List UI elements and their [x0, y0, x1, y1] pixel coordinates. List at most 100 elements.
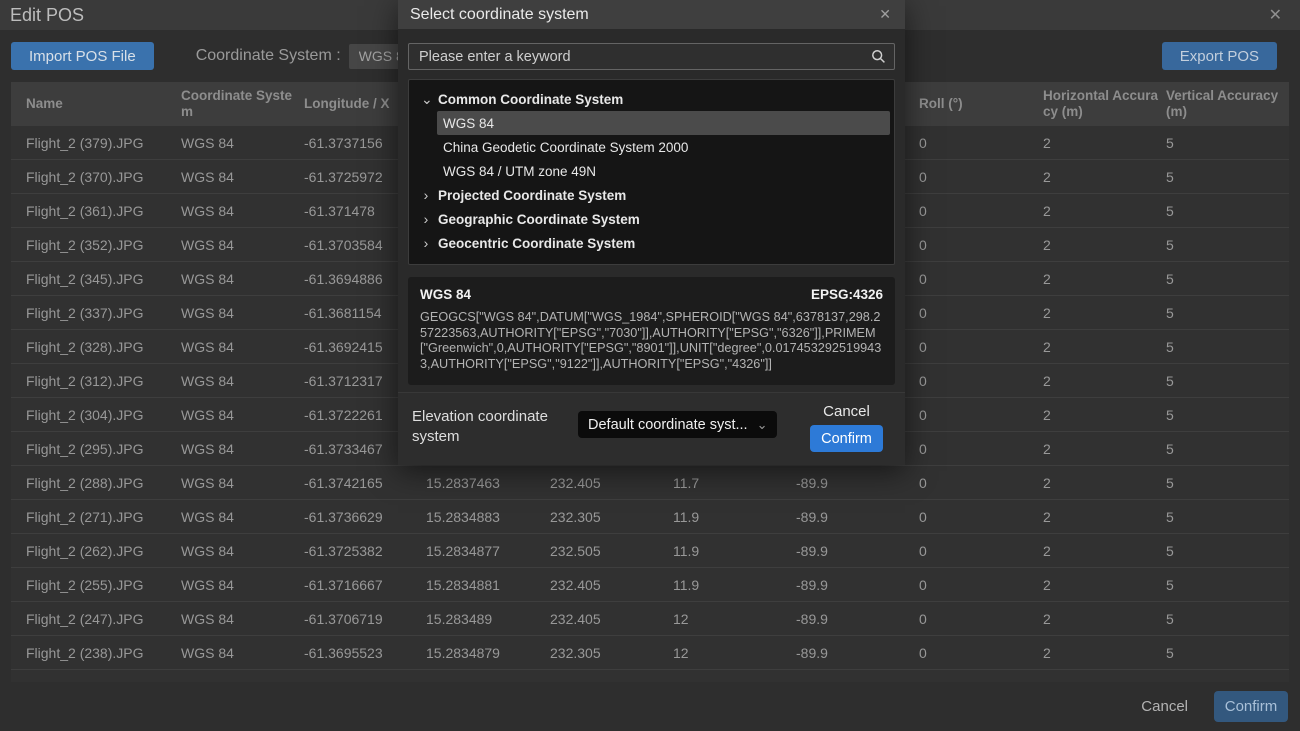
table-cell: -89.9	[796, 500, 919, 534]
table-cell: 5	[1166, 500, 1289, 534]
tree-item-wgs-84[interactable]: WGS 84	[437, 111, 890, 135]
tree-item-china-geodetic-coordinate-system-2000[interactable]: China Geodetic Coordinate System 2000	[437, 135, 890, 159]
table-row[interactable]: Flight_2 (255).JPGWGS 84-61.371666715.28…	[11, 568, 1289, 602]
coordinate-system-label: Coordinate System :	[196, 47, 341, 65]
table-cell: -61.3716667	[304, 568, 426, 602]
dialog-footer: Elevation coordinate system Default coor…	[398, 392, 905, 465]
table-cell: WGS 84	[181, 534, 304, 568]
elevation-dropdown-value: Default coordinate syst...	[588, 417, 748, 433]
tree-group-geographic-coordinate-system[interactable]: ›Geographic Coordinate System	[409, 207, 894, 231]
table-cell: WGS 84	[181, 262, 304, 296]
table-cell: 5	[1166, 534, 1289, 568]
table-cell: -61.3725382	[304, 534, 426, 568]
export-pos-button[interactable]: Export POS	[1162, 42, 1277, 70]
cancel-button[interactable]: Cancel	[1141, 698, 1188, 715]
confirm-button[interactable]: Confirm	[1214, 691, 1288, 722]
tree-group-projected-coordinate-system[interactable]: ›Projected Coordinate System	[409, 183, 894, 207]
table-cell: 5	[1166, 228, 1289, 262]
table-cell: 2	[1043, 432, 1166, 466]
table-cell: 15.283489	[426, 602, 550, 636]
import-pos-file-button[interactable]: Import POS File	[11, 42, 154, 70]
table-filler	[11, 669, 1289, 682]
table-cell: 5	[1166, 602, 1289, 636]
table-cell: WGS 84	[181, 296, 304, 330]
table-cell: 0	[919, 228, 1043, 262]
table-cell: -89.9	[796, 602, 919, 636]
table-cell: 0	[919, 636, 1043, 670]
table-cell: Flight_2 (337).JPG	[11, 296, 181, 330]
chevron-right-icon: ›	[421, 211, 431, 227]
table-cell: -61.3706719	[304, 602, 426, 636]
tree-item-wgs-84-utm-zone-49n[interactable]: WGS 84 / UTM zone 49N	[437, 159, 890, 183]
table-cell: Flight_2 (262).JPG	[11, 534, 181, 568]
table-cell: 2	[1043, 194, 1166, 228]
chevron-down-icon: ⌄	[421, 91, 431, 108]
table-cell: 232.305	[550, 500, 673, 534]
table-cell: Flight_2 (345).JPG	[11, 262, 181, 296]
window-close-icon[interactable]: ✕	[1261, 5, 1290, 25]
table-cell: 232.305	[550, 636, 673, 670]
table-cell: Flight_2 (288).JPG	[11, 466, 181, 500]
table-row[interactable]: Flight_2 (262).JPGWGS 84-61.372538215.28…	[11, 534, 1289, 568]
elevation-coordinate-system-label: Elevation coordinate system	[412, 407, 562, 447]
page-title: Edit POS	[10, 5, 84, 26]
table-row[interactable]: Flight_2 (288).JPGWGS 84-61.374216515.28…	[11, 466, 1289, 500]
table-row[interactable]: Flight_2 (247).JPGWGS 84-61.370671915.28…	[11, 602, 1289, 636]
table-cell: 232.405	[550, 568, 673, 602]
table-cell: 0	[919, 160, 1043, 194]
table-cell: WGS 84	[181, 466, 304, 500]
table-cell: 0	[919, 330, 1043, 364]
table-cell: 2	[1043, 534, 1166, 568]
detail-name: WGS 84	[420, 287, 471, 302]
table-cell: 0	[919, 534, 1043, 568]
table-cell: 2	[1043, 500, 1166, 534]
table-cell: 0	[919, 398, 1043, 432]
table-cell: WGS 84	[181, 194, 304, 228]
table-cell: WGS 84	[181, 228, 304, 262]
table-cell: 2	[1043, 160, 1166, 194]
table-cell: 12	[673, 602, 796, 636]
table-cell: -61.3695523	[304, 636, 426, 670]
tree-group-label: Common Coordinate System	[438, 92, 623, 107]
table-cell: WGS 84	[181, 398, 304, 432]
table-cell: -61.3736629	[304, 500, 426, 534]
table-cell: 5	[1166, 568, 1289, 602]
table-cell: Flight_2 (361).JPG	[11, 194, 181, 228]
table-cell: 15.2834877	[426, 534, 550, 568]
table-cell: 5	[1166, 194, 1289, 228]
table-cell: WGS 84	[181, 330, 304, 364]
table-cell: WGS 84	[181, 568, 304, 602]
table-cell: 11.9	[673, 500, 796, 534]
dialog-title: Select coordinate system	[410, 6, 589, 24]
tree-group-common-coordinate-system[interactable]: ⌄ Common Coordinate System	[409, 87, 894, 111]
search-field	[408, 43, 895, 70]
column-header-vertical-accuracy-m: Vertical Accuracy (m)	[1166, 82, 1289, 126]
coordinate-system-detail-card: WGS 84 EPSG:4326 GEOGCS["WGS 84",DATUM["…	[408, 277, 895, 385]
dialog-close-icon[interactable]: ✕	[877, 6, 893, 23]
table-row[interactable]: Flight_2 (271).JPGWGS 84-61.373662915.28…	[11, 500, 1289, 534]
table-cell: Flight_2 (352).JPG	[11, 228, 181, 262]
table-cell: WGS 84	[181, 160, 304, 194]
dialog-cancel-button[interactable]: Cancel	[823, 403, 870, 420]
table-cell: 232.405	[550, 602, 673, 636]
table-cell: 5	[1166, 296, 1289, 330]
search-icon[interactable]	[871, 49, 886, 69]
chevron-down-icon: ⌄	[757, 417, 768, 433]
table-cell: 0	[919, 296, 1043, 330]
table-cell: 15.2837463	[426, 466, 550, 500]
table-cell: 2	[1043, 228, 1166, 262]
dialog-confirm-button[interactable]: Confirm	[810, 425, 883, 452]
table-cell: 2	[1043, 636, 1166, 670]
table-cell: 5	[1166, 364, 1289, 398]
elevation-coordinate-dropdown[interactable]: Default coordinate syst... ⌄	[578, 411, 777, 438]
table-cell: 2	[1043, 262, 1166, 296]
tree-group-geocentric-coordinate-system[interactable]: ›Geocentric Coordinate System	[409, 231, 894, 255]
table-cell: 2	[1043, 364, 1166, 398]
table-cell: 11.9	[673, 534, 796, 568]
table-row[interactable]: Flight_2 (238).JPGWGS 84-61.369552315.28…	[11, 636, 1289, 670]
detail-wkt-text: GEOGCS["WGS 84",DATUM["WGS_1984",SPHEROI…	[420, 310, 883, 372]
table-cell: 2	[1043, 602, 1166, 636]
table-cell: 0	[919, 262, 1043, 296]
search-input[interactable]	[408, 43, 895, 70]
table-cell: WGS 84	[181, 364, 304, 398]
